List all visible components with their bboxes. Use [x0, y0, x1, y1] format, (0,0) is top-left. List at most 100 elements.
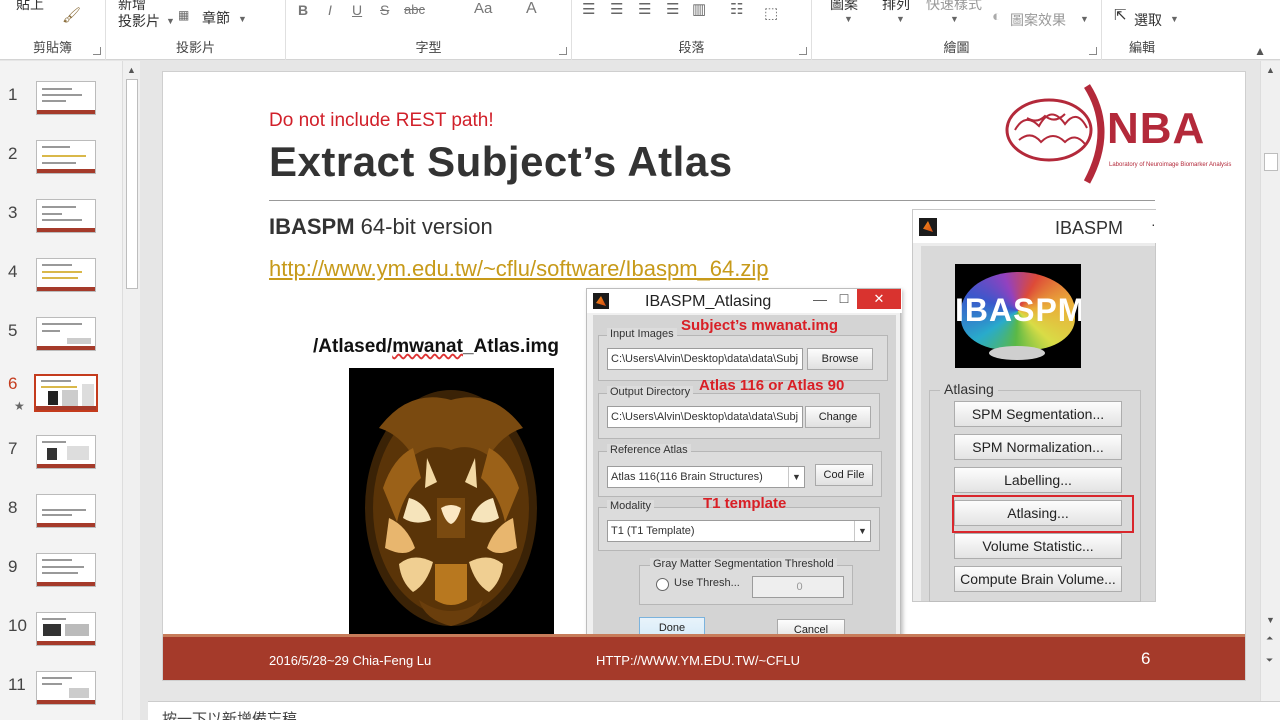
italic-button[interactable]: I: [328, 2, 332, 18]
paste-button[interactable]: 貼上: [16, 0, 44, 14]
input-images-fieldset: Input Images C:\Users\Alvin\Desktop\data…: [598, 328, 888, 381]
section-chevron-down-icon[interactable]: ▼: [238, 14, 247, 24]
font-color-button[interactable]: A: [526, 0, 537, 18]
thumbnail-slide-7[interactable]: 7: [0, 435, 120, 485]
slide-canvas[interactable]: Do not include REST path! Extract Subjec…: [162, 71, 1246, 681]
editor-scroll-thumb[interactable]: [1264, 153, 1278, 171]
change-case-button[interactable]: Aa: [474, 0, 492, 17]
align-center-icon[interactable]: ☰: [610, 0, 623, 18]
ibaspm-logo: IBASPM: [955, 264, 1081, 368]
paragraph-launcher-icon[interactable]: [799, 47, 807, 55]
bold-button[interactable]: B: [298, 2, 308, 18]
atlasing-group-label: Atlasing: [940, 381, 998, 397]
close-button[interactable]: ✕: [857, 289, 901, 309]
notes-pane[interactable]: 按一下以新增備忘稿: [148, 701, 1280, 720]
cod-file-button[interactable]: Cod File: [815, 464, 873, 486]
output-directory-field[interactable]: C:\Users\Alvin\Desktop\data\data\Subj: [607, 406, 803, 428]
next-slide-icon[interactable]: ⏷: [1266, 655, 1273, 666]
maximize-icon[interactable]: ☐: [833, 289, 855, 311]
shapes-button[interactable]: 圖案: [830, 0, 858, 14]
previous-slide-icon[interactable]: ⏶: [1266, 633, 1273, 644]
caption-prefix: /Atlased/: [313, 336, 393, 357]
justify-icon[interactable]: ☰: [666, 0, 679, 18]
caption-suffix: _Atlas.img: [462, 336, 560, 357]
footer-page-number: 6: [1141, 649, 1151, 668]
editor-scrollbar[interactable]: ▲ ▼ ⏶ ⏷: [1260, 61, 1280, 701]
select-cursor-icon: ⇱: [1114, 7, 1127, 24]
arrange-chevron-down-icon[interactable]: ▼: [896, 14, 905, 24]
scroll-down-icon[interactable]: ▼: [1266, 615, 1275, 625]
thumbnails-scrollbar[interactable]: ▲: [122, 61, 140, 720]
new-slide-button[interactable]: 新增 投影片: [118, 0, 160, 30]
scroll-up-icon[interactable]: ▲: [127, 65, 136, 75]
subtitle-rest: 64-bit version: [354, 214, 493, 239]
thumbnail-slide-11[interactable]: 11: [0, 671, 120, 720]
new-slide-chevron-down-icon[interactable]: ▼: [166, 16, 175, 26]
minimize-icon[interactable]: —: [809, 289, 831, 311]
thumbnail-slide-3[interactable]: 3: [0, 199, 120, 249]
browse-button[interactable]: Browse: [807, 348, 873, 370]
thumbnail-slide-6[interactable]: 6 ★: [0, 374, 120, 426]
section-icon: ▦: [178, 8, 190, 22]
shadow-button[interactable]: S: [380, 2, 389, 18]
animation-star-icon: ★: [14, 399, 25, 413]
quick-styles-chevron-down-icon[interactable]: ▼: [950, 14, 959, 24]
paragraph-group-label: 段落: [678, 40, 705, 55]
change-button[interactable]: Change: [805, 406, 871, 428]
compute-brain-volume-button[interactable]: Compute Brain Volume...: [954, 566, 1122, 592]
download-link[interactable]: http://www.ym.edu.tw/~cflu/software/Ibas…: [269, 256, 769, 282]
spm-normalization-button[interactable]: SPM Normalization...: [954, 434, 1122, 460]
strikethrough-button[interactable]: abc: [404, 2, 425, 17]
thumbnail-slide-1[interactable]: 1: [0, 81, 120, 131]
subtitle-bold: IBASPM: [269, 214, 355, 239]
input-images-field[interactable]: C:\Users\Alvin\Desktop\data\data\Subj: [607, 348, 803, 370]
notes-placeholder: 按一下以新增備忘稿: [162, 711, 298, 720]
use-thresh-radio[interactable]: [656, 578, 669, 591]
columns-icon[interactable]: ▥: [692, 0, 706, 18]
shape-effects-button[interactable]: 圖案效果: [1010, 10, 1066, 30]
select-chevron-down-icon[interactable]: ▼: [1170, 14, 1179, 24]
font-launcher-icon[interactable]: [559, 47, 567, 55]
text-direction-icon[interactable]: ☷: [730, 0, 743, 18]
thumbnail-slide-2[interactable]: 2: [0, 140, 120, 190]
thumbnail-slide-10[interactable]: 10: [0, 612, 120, 662]
scroll-up-icon[interactable]: ▲: [1266, 65, 1275, 75]
shapes-chevron-down-icon[interactable]: ▼: [844, 14, 853, 24]
threshold-field[interactable]: 0: [752, 576, 844, 598]
slide-red-note: Do not include REST path!: [269, 110, 494, 131]
thumbnails-scroll-thumb[interactable]: [126, 79, 138, 289]
clipboard-launcher-icon[interactable]: [93, 47, 101, 55]
thumbnail-slide-5[interactable]: 5: [0, 317, 120, 367]
reference-atlas-select[interactable]: Atlas 116(116 Brain Structures) ▼: [607, 466, 805, 488]
slide-editor: Do not include REST path! Extract Subjec…: [148, 61, 1260, 701]
brain-logo-icon: [1005, 84, 1105, 184]
paragraph-group: ☰ ☰ ☰ ☰ ▥ ☷ ⬚ 段落: [572, 0, 812, 60]
underline-button[interactable]: U: [352, 2, 362, 18]
thumbnail-slide-8[interactable]: 8: [0, 494, 120, 544]
select-button[interactable]: 選取: [1134, 10, 1162, 30]
volume-statistic-button[interactable]: Volume Statistic...: [954, 533, 1122, 559]
quick-styles-button[interactable]: 快速樣式: [926, 0, 982, 14]
collapse-ribbon-icon[interactable]: ▲: [1254, 44, 1266, 58]
drawing-launcher-icon[interactable]: [1089, 47, 1097, 55]
align-right-icon[interactable]: ☰: [638, 0, 651, 18]
thumbnail-image: [36, 435, 96, 469]
modality-value: T1 (T1 Template): [611, 525, 695, 537]
atlas-file-caption: /Atlased/mwanat_Atlas.img: [313, 336, 559, 358]
thumbnail-image: [36, 612, 96, 646]
output-directory-label: Output Directory: [607, 386, 694, 398]
chevron-down-icon[interactable]: ▼: [854, 521, 870, 541]
input-images-label: Input Images: [607, 328, 677, 340]
thumbnail-slide-9[interactable]: 9: [0, 553, 120, 603]
smartart-icon[interactable]: ⬚: [764, 4, 778, 22]
modality-select[interactable]: T1 (T1 Template) ▼: [607, 520, 871, 542]
align-left-icon[interactable]: ☰: [582, 0, 595, 18]
chevron-down-icon[interactable]: ▼: [788, 467, 804, 487]
format-painter-icon[interactable]: 🖌: [62, 6, 81, 24]
section-button[interactable]: 章節: [202, 8, 230, 28]
thumbnail-slide-4[interactable]: 4: [0, 258, 120, 308]
spm-segmentation-button[interactable]: SPM Segmentation...: [954, 401, 1122, 427]
labelling-button[interactable]: Labelling...: [954, 467, 1122, 493]
arrange-button[interactable]: 排列: [882, 0, 910, 14]
shape-effects-chevron-down-icon[interactable]: ▼: [1080, 14, 1089, 24]
